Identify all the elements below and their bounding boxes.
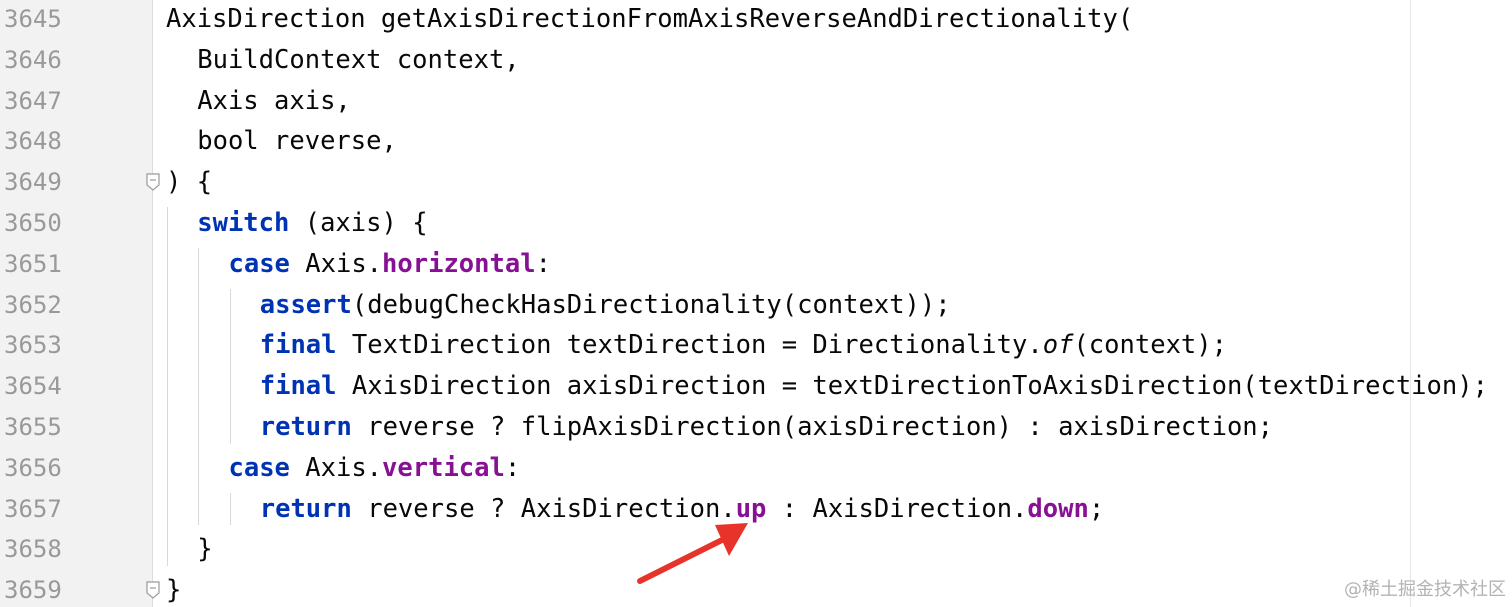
code-token: AxisDirection getAxisDirectionFromAxisRe…: [166, 4, 1134, 34]
line-number: 3652: [4, 290, 62, 319]
code-token: : AxisDirection.: [766, 493, 1028, 524]
code-line[interactable]: BuildContext context,: [197, 40, 519, 80]
code-line[interactable]: }: [166, 570, 181, 607]
indent-guide: [167, 207, 168, 567]
code-token: (debugCheckHasDirectionality(context));: [351, 289, 951, 320]
code-token: ;: [1088, 493, 1105, 524]
code-token: ) {: [166, 167, 213, 198]
line-number: 3648: [4, 127, 62, 156]
code-keyword: case: [228, 452, 290, 483]
code-keyword: assert: [259, 289, 352, 320]
code-token: Axis.: [289, 248, 383, 279]
line-number: 3655: [4, 413, 62, 441]
line-number: 3646: [4, 45, 62, 74]
code-field: up: [735, 493, 767, 524]
code-token: reverse ? flipAxisDirection(axisDirectio…: [351, 412, 1274, 442]
code-line[interactable]: AxisDirection getAxisDirectionFromAxisRe…: [166, 0, 1133, 39]
fold-toggle-icon[interactable]: [145, 581, 161, 599]
code-line[interactable]: ) {: [166, 162, 212, 202]
indent-guide: [229, 288, 231, 444]
code-line[interactable]: case Axis.horizontal:: [229, 244, 551, 284]
code-token: BuildContext context,: [197, 44, 520, 75]
indent-guide: [198, 247, 200, 526]
code-token: TextDirection textDirection = Directiona…: [336, 330, 1043, 361]
code-token: :: [535, 248, 551, 279]
line-number: 3649: [4, 168, 62, 197]
code-field: down: [1027, 493, 1089, 524]
line-number: 3651: [4, 249, 62, 278]
code-line[interactable]: return reverse ? AxisDirection.up : Axis…: [260, 489, 1104, 529]
code-token: reverse ? AxisDirection.: [351, 493, 736, 524]
indent-guide: [229, 492, 231, 526]
code-keyword: return: [259, 412, 352, 442]
code-line[interactable]: switch (axis) {: [197, 203, 427, 243]
fold-toggle-icon[interactable]: [145, 173, 161, 191]
code-keyword: final: [259, 330, 337, 361]
code-token: AxisDirection axisDirection = textDirect…: [336, 371, 1488, 402]
code-line[interactable]: final TextDirection textDirection = Dire…: [260, 325, 1227, 365]
code-keyword: return: [259, 493, 352, 524]
gutter-divider: [152, 0, 153, 607]
line-number: 3658: [4, 535, 62, 564]
code-token: (axis) {: [289, 208, 428, 238]
code-editor[interactable]: 3645 3646 3647 3648 3649 3650 3651 3652 3653 3654…: [0, 0, 1512, 607]
watermark-text: @稀土掘金技术社区: [1344, 579, 1506, 600]
line-number: 3654: [4, 372, 62, 401]
line-number: 3645: [4, 5, 62, 33]
code-token: (context);: [1073, 330, 1227, 361]
code-token: }: [197, 534, 213, 565]
code-keyword: case: [228, 248, 290, 279]
code-token: of: [1042, 330, 1074, 361]
line-number: 3659: [4, 576, 62, 605]
code-keyword: final: [259, 371, 337, 402]
line-number: 3656: [4, 453, 62, 482]
code-token: :: [504, 452, 521, 483]
right-margin-guide: [1410, 0, 1411, 607]
code-token: bool reverse,: [197, 126, 397, 157]
code-field: vertical: [382, 452, 505, 483]
arrow-shaft: [637, 537, 725, 584]
code-line[interactable]: final AxisDirection axisDirection = text…: [260, 366, 1488, 406]
code-line[interactable]: assert(debugCheckHasDirectionality(conte…: [260, 285, 951, 325]
code-keyword: switch: [197, 208, 290, 238]
code-token: }: [166, 575, 182, 606]
line-number: 3653: [4, 331, 62, 360]
code-line[interactable]: case Axis.vertical:: [229, 448, 521, 488]
code-line[interactable]: return reverse ? flipAxisDirection(axisD…: [260, 407, 1273, 447]
code-token: Axis axis,: [197, 85, 351, 116]
line-number: 3657: [4, 494, 62, 523]
code-line[interactable]: bool reverse,: [197, 121, 397, 161]
code-token: Axis.: [289, 452, 383, 483]
code-field: horizontal: [382, 248, 536, 279]
line-number: 3647: [4, 86, 62, 115]
code-line[interactable]: Axis axis,: [197, 81, 351, 121]
code-line[interactable]: }: [197, 529, 212, 569]
line-number: 3650: [4, 209, 62, 237]
